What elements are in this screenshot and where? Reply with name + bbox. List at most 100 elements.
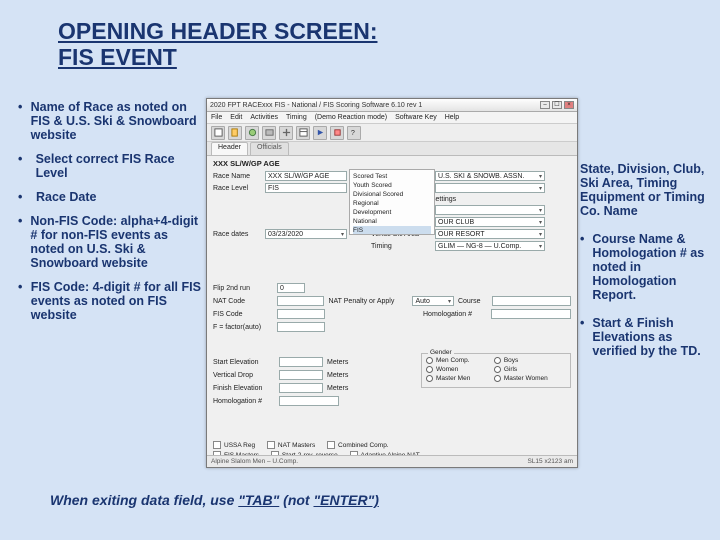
meters-label: Meters bbox=[327, 359, 389, 366]
race-date-input[interactable]: 03/23/2020▾ bbox=[265, 229, 347, 239]
menu-edit[interactable]: Edit bbox=[230, 114, 242, 121]
gov-body-select[interactable]: U.S. SKI & SNOWB. ASSN.▾ bbox=[435, 171, 545, 181]
level-option[interactable]: National bbox=[353, 217, 431, 226]
bullet-item: •Non-FIS Code: alpha+4-digit # for non-F… bbox=[18, 214, 203, 270]
venue-club-select[interactable]: OUR CLUB▾ bbox=[435, 217, 545, 227]
tab-officials[interactable]: Officials bbox=[250, 142, 289, 155]
menu-demo[interactable]: (Demo Reaction mode) bbox=[315, 114, 387, 121]
bullet-item: •Course Name & Homologation # as noted i… bbox=[580, 232, 710, 302]
venue-state-select[interactable]: ▾ bbox=[435, 183, 545, 193]
level-option[interactable]: Youth Scored bbox=[353, 181, 431, 190]
race-date-label: Race dates bbox=[213, 231, 261, 238]
tab-header[interactable]: Header bbox=[211, 142, 248, 155]
toolbar-icon[interactable] bbox=[228, 126, 242, 140]
status-bar: Alpine Slalom Men – U.Comp. SL15 x2123 a… bbox=[207, 455, 577, 467]
start-elev-input[interactable] bbox=[279, 357, 323, 367]
toolbar-icon[interactable] bbox=[313, 126, 327, 140]
toolbar-icon[interactable] bbox=[211, 126, 225, 140]
toolbar: ? bbox=[207, 124, 577, 142]
division-select[interactable]: ▾ bbox=[435, 205, 545, 215]
ski-area-select[interactable]: OUR RESORT▾ bbox=[435, 229, 545, 239]
start-elev-label: Start Elevation bbox=[213, 359, 275, 366]
menu-help[interactable]: Help bbox=[445, 114, 459, 121]
fis-code-label: FIS Code bbox=[213, 311, 273, 318]
bullet-item: •Start & Finish Elevations as verified b… bbox=[580, 316, 710, 358]
penalty-select[interactable]: Auto▾ bbox=[412, 296, 454, 306]
timing-label: Timing bbox=[371, 243, 431, 250]
race-level-label: Race Level bbox=[213, 185, 261, 192]
minimize-button[interactable]: – bbox=[540, 101, 550, 109]
nat-code-input[interactable] bbox=[277, 296, 324, 306]
level-option[interactable]: Development bbox=[353, 208, 431, 217]
check-nat-masters[interactable] bbox=[267, 441, 275, 449]
check-combined[interactable] bbox=[327, 441, 335, 449]
bullet-item: •FIS Code: 4-digit # for all FIS events … bbox=[18, 280, 203, 322]
level-option[interactable]: Scored Test bbox=[353, 172, 431, 181]
status-right: SL15 x2123 am bbox=[527, 458, 573, 465]
flip2-label: Flip 2nd run bbox=[213, 285, 273, 292]
finish-elev-label: Finish Elevation bbox=[213, 385, 275, 392]
f-factor-input[interactable] bbox=[277, 322, 325, 332]
gender-radio[interactable] bbox=[426, 375, 433, 382]
vertical-drop-label: Vertical Drop bbox=[213, 372, 275, 379]
toolbar-icon[interactable] bbox=[296, 126, 310, 140]
menu-activities[interactable]: Activities bbox=[250, 114, 278, 121]
penalty-label: NAT Penalty or Apply bbox=[328, 298, 408, 305]
toolbar-icon[interactable] bbox=[330, 126, 344, 140]
tab-note: When exiting data field, use "TAB" (not … bbox=[50, 492, 379, 508]
homolog-label2: Homologation # bbox=[213, 398, 275, 405]
toolbar-icon[interactable] bbox=[262, 126, 276, 140]
gender-radio[interactable] bbox=[494, 366, 501, 373]
tab-bar: Header Officials bbox=[207, 142, 577, 156]
race-name-input[interactable]: XXX SL/W/GP AGE bbox=[265, 171, 347, 181]
bullet-item: •Name of Race as noted on FIS & U.S. Ski… bbox=[18, 100, 203, 142]
elevation-panel: Start Elevation Meters Vertical Drop Met… bbox=[213, 357, 413, 409]
fis-code-input[interactable] bbox=[277, 309, 325, 319]
menu-swkey[interactable]: Software Key bbox=[395, 114, 437, 121]
close-button[interactable]: × bbox=[564, 101, 574, 109]
bullet-item: •Race Date bbox=[18, 190, 203, 204]
toolbar-icon[interactable]: ? bbox=[347, 126, 361, 140]
toolbar-icon[interactable] bbox=[279, 126, 293, 140]
svg-text:?: ? bbox=[350, 128, 354, 137]
vertical-drop-input[interactable] bbox=[279, 370, 323, 380]
app-window: 2020 FPT RACExxx FIS - National / FIS Sc… bbox=[206, 98, 578, 468]
homolog-label: Homologation # bbox=[423, 311, 487, 318]
homolog-input[interactable] bbox=[491, 309, 571, 319]
gender-radio[interactable] bbox=[426, 357, 433, 364]
level-option[interactable]: Divisional Scored bbox=[353, 190, 431, 199]
homolog-input2[interactable] bbox=[279, 396, 339, 406]
window-title: 2020 FPT RACExxx FIS - National / FIS Sc… bbox=[210, 102, 422, 109]
f-factor-label: F = factor(auto) bbox=[213, 324, 273, 331]
timing-select[interactable]: GLIM — NG-8 — U.Comp.▾ bbox=[435, 241, 545, 251]
section-title: XXX SL/W/GP AGE bbox=[213, 159, 571, 168]
status-left: Alpine Slalom Men – U.Comp. bbox=[211, 458, 298, 465]
menu-timing[interactable]: Timing bbox=[286, 114, 307, 121]
gender-group: Gender Men Comp. Women Master Men Boys G… bbox=[421, 353, 571, 388]
level-option[interactable]: Regional bbox=[353, 199, 431, 208]
gender-title: Gender bbox=[428, 349, 454, 356]
flip2-input[interactable]: 0 bbox=[277, 283, 305, 293]
slide-title: OPENING HEADER SCREEN: FIS EVENT bbox=[58, 18, 377, 71]
check-ussa[interactable] bbox=[213, 441, 221, 449]
nat-code-label: NAT Code bbox=[213, 298, 273, 305]
title-line1: OPENING HEADER SCREEN: bbox=[58, 18, 377, 44]
race-level-input[interactable]: FIS bbox=[265, 183, 347, 193]
menubar: File Edit Activities Timing (Demo Reacti… bbox=[207, 112, 577, 124]
left-bullets: •Name of Race as noted on FIS & U.S. Ski… bbox=[18, 100, 203, 332]
gender-radio[interactable] bbox=[494, 357, 501, 364]
titlebar: 2020 FPT RACExxx FIS - National / FIS Sc… bbox=[207, 99, 577, 112]
right-bullets: State, Division, Club, Ski Area, Timing … bbox=[580, 162, 710, 372]
bullet-item: •Select correct FIS Race Level bbox=[18, 152, 203, 180]
course-input[interactable] bbox=[492, 296, 571, 306]
race-level-listbox[interactable]: Scored Test Youth Scored Divisional Scor… bbox=[349, 169, 435, 235]
course-label: Course bbox=[458, 298, 488, 305]
level-option[interactable]: FIS bbox=[353, 226, 431, 235]
maximize-button[interactable]: ☐ bbox=[552, 101, 562, 109]
finish-elev-input[interactable] bbox=[279, 383, 323, 393]
gender-radio[interactable] bbox=[426, 366, 433, 373]
toolbar-icon[interactable] bbox=[245, 126, 259, 140]
menu-file[interactable]: File bbox=[211, 114, 222, 121]
gender-radio[interactable] bbox=[494, 375, 501, 382]
middle-panel: Flip 2nd run 0 NAT Code NAT Penalty or A… bbox=[213, 283, 571, 335]
